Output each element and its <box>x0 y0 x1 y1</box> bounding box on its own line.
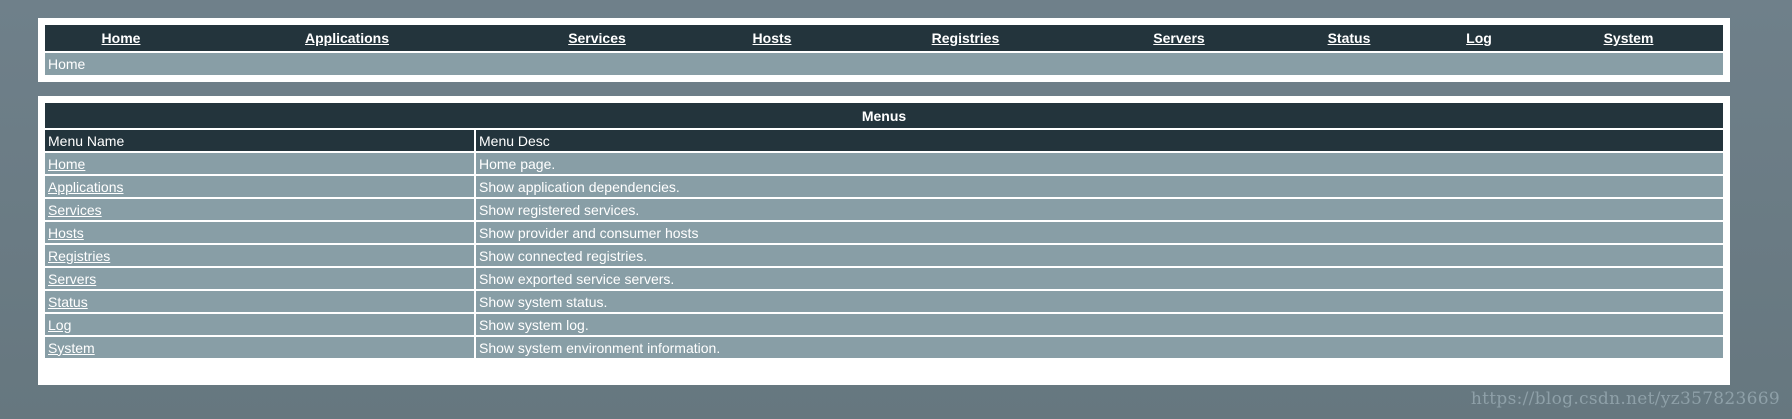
menus-header-row: Menu Name Menu Desc <box>45 128 1723 151</box>
table-row: Log Show system log. <box>45 312 1723 335</box>
nav-item-log-cell: Log <box>1424 25 1534 51</box>
menu-name-cell: Registries <box>45 243 476 266</box>
menu-name-cell: Status <box>45 289 476 312</box>
menu-name-cell: Services <box>45 197 476 220</box>
menus-table-title: Menus <box>45 103 1723 128</box>
nav-link-applications[interactable]: Applications <box>305 30 389 46</box>
menu-desc-cell: Show exported service servers. <box>476 266 1723 289</box>
menu-link-registries[interactable]: Registries <box>48 248 110 264</box>
nav-link-hosts[interactable]: Hosts <box>753 30 792 46</box>
menu-desc-cell: Home page. <box>476 151 1723 174</box>
menu-link-status[interactable]: Status <box>48 294 88 310</box>
table-row: Status Show system status. <box>45 289 1723 312</box>
nav-item-servers-cell: Servers <box>1084 25 1274 51</box>
menu-name-cell: Servers <box>45 266 476 289</box>
top-navigation-table: Home Applications Services Hosts Registr… <box>45 25 1723 75</box>
nav-link-log[interactable]: Log <box>1466 30 1492 46</box>
menu-link-services[interactable]: Services <box>48 202 102 218</box>
menu-link-system[interactable]: System <box>48 340 95 356</box>
nav-item-system-cell: System <box>1534 25 1723 51</box>
table-row: Services Show registered services. <box>45 197 1723 220</box>
nav-item-applications-cell: Applications <box>197 25 497 51</box>
watermark-text: https://blog.csdn.net/yz357823669 <box>1470 389 1780 409</box>
table-row: Home Home page. <box>45 151 1723 174</box>
menu-desc-cell: Show provider and consumer hosts <box>476 220 1723 243</box>
menu-link-applications[interactable]: Applications <box>48 179 124 195</box>
nav-link-status[interactable]: Status <box>1328 30 1371 46</box>
menu-desc-cell: Show system environment information. <box>476 335 1723 358</box>
table-row: Applications Show application dependenci… <box>45 174 1723 197</box>
menu-name-cell: Log <box>45 312 476 335</box>
top-navigation-panel: Home Applications Services Hosts Registr… <box>38 18 1730 82</box>
column-header-menu-name: Menu Name <box>45 128 476 151</box>
nav-item-status-cell: Status <box>1274 25 1424 51</box>
nav-link-servers[interactable]: Servers <box>1153 30 1204 46</box>
nav-link-system[interactable]: System <box>1604 30 1654 46</box>
menus-table: Menus Menu Name Menu Desc Home Home page… <box>45 103 1723 358</box>
breadcrumb-row: Home <box>45 50 1723 75</box>
nav-item-registries-cell: Registries <box>847 25 1084 51</box>
menu-name-cell: System <box>45 335 476 358</box>
nav-link-services[interactable]: Services <box>568 30 626 46</box>
menu-name-cell: Hosts <box>45 220 476 243</box>
nav-menu-row: Home Applications Services Hosts Registr… <box>45 25 1723 51</box>
menu-link-hosts[interactable]: Hosts <box>48 225 84 241</box>
nav-link-home[interactable]: Home <box>102 30 141 46</box>
page: { "nav": { "items": [ {"label": "Home"},… <box>0 0 1792 419</box>
menu-link-servers[interactable]: Servers <box>48 271 96 287</box>
menu-desc-cell: Show system status. <box>476 289 1723 312</box>
menus-panel: Menus Menu Name Menu Desc Home Home page… <box>38 96 1730 385</box>
nav-item-hosts-cell: Hosts <box>697 25 847 51</box>
menu-desc-cell: Show connected registries. <box>476 243 1723 266</box>
menu-link-home[interactable]: Home <box>48 156 85 172</box>
menu-desc-cell: Show system log. <box>476 312 1723 335</box>
menu-link-log[interactable]: Log <box>48 317 71 333</box>
menu-desc-cell: Show application dependencies. <box>476 174 1723 197</box>
column-header-menu-desc: Menu Desc <box>476 128 1723 151</box>
menu-name-cell: Applications <box>45 174 476 197</box>
nav-item-services-cell: Services <box>497 25 697 51</box>
table-row: Hosts Show provider and consumer hosts <box>45 220 1723 243</box>
table-row: Servers Show exported service servers. <box>45 266 1723 289</box>
menu-name-cell: Home <box>45 151 476 174</box>
breadcrumb: Home <box>45 50 1723 75</box>
menu-desc-cell: Show registered services. <box>476 197 1723 220</box>
menus-title-row: Menus <box>45 103 1723 128</box>
table-row: System Show system environment informati… <box>45 335 1723 358</box>
nav-link-registries[interactable]: Registries <box>932 30 1000 46</box>
table-row: Registries Show connected registries. <box>45 243 1723 266</box>
nav-item-home-cell: Home <box>45 25 197 51</box>
